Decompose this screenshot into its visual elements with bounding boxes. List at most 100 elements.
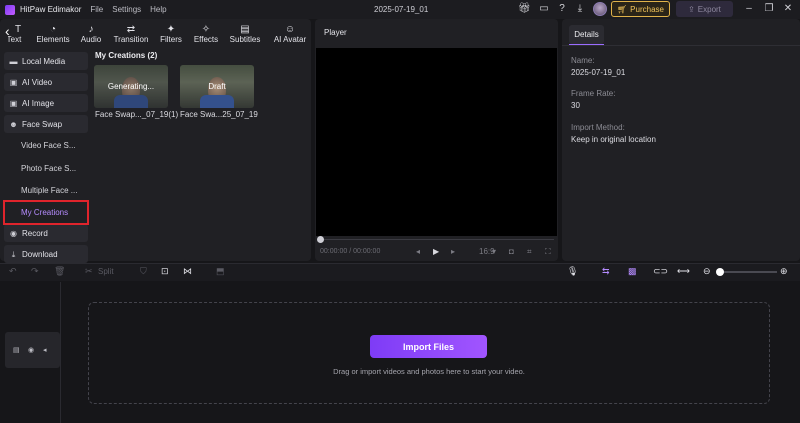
import-files-button[interactable]: Import Files bbox=[370, 335, 487, 358]
sidebar-item-ai-video[interactable]: ▣ AI Video bbox=[4, 73, 88, 91]
project-title: 2025-07-19_01 bbox=[374, 5, 429, 14]
creation-label: Face Swa...25_07_19 bbox=[180, 110, 258, 119]
crop-icon[interactable]: ⌗ bbox=[527, 247, 532, 256]
creation-status: Generating... bbox=[107, 82, 155, 91]
magic-wand-icon: ✧ bbox=[201, 24, 211, 35]
details-divider bbox=[562, 45, 800, 46]
fullscreen-icon[interactable]: ⛶ bbox=[545, 247, 551, 256]
sidebar-item-download[interactable]: ⤓ Download bbox=[4, 245, 88, 263]
ai-image-icon: ▣ bbox=[9, 98, 18, 108]
sidebar-item-face-swap[interactable]: ☻ Face Swap bbox=[4, 115, 88, 133]
seek-bar[interactable] bbox=[320, 239, 554, 240]
zoom-slider-handle[interactable] bbox=[716, 268, 724, 276]
sidebar-sub-video-face-swap[interactable]: Video Face S... bbox=[4, 136, 88, 154]
split-icon[interactable]: ✂ bbox=[85, 266, 93, 277]
shield-icon[interactable]: ⛉ bbox=[140, 266, 147, 277]
help-icon[interactable]: ? bbox=[556, 3, 568, 15]
magnet-link-icon[interactable]: ⇆ bbox=[602, 266, 610, 277]
menu-file[interactable]: File bbox=[90, 5, 103, 14]
sidebar-item-label: AI Image bbox=[22, 98, 55, 108]
delete-icon[interactable]: 🗑︎ bbox=[54, 266, 65, 277]
fit-timeline-icon[interactable]: ⟷ bbox=[677, 266, 690, 277]
tool-subtitles[interactable]: ▤ Subtitles bbox=[228, 19, 262, 46]
sidebar-sub-photo-face-swap[interactable]: Photo Face S... bbox=[4, 159, 88, 177]
snapshot-icon[interactable]: ◘ bbox=[509, 247, 514, 256]
avatar-icon: ☺ bbox=[284, 24, 296, 35]
highlight-box bbox=[3, 200, 89, 225]
tool-label: Audio bbox=[80, 35, 102, 44]
tool-transition[interactable]: ⇄ Transition bbox=[113, 19, 149, 46]
gift-icon[interactable]: 🎁︎ bbox=[518, 3, 531, 15]
tool-label: Filters bbox=[160, 35, 182, 44]
minimize-icon[interactable]: – bbox=[743, 3, 755, 15]
chevron-down-icon[interactable]: ▾ bbox=[492, 247, 496, 256]
tool-ai-avatar[interactable]: ☺ AI Avatar bbox=[271, 19, 309, 46]
chain-icon[interactable]: ⊂⊃ bbox=[653, 266, 668, 277]
next-frame-icon[interactable]: ▸ bbox=[451, 247, 455, 256]
play-icon[interactable]: ▶ bbox=[433, 247, 439, 256]
text-box-icon[interactable]: ⊡ bbox=[161, 266, 169, 277]
eye-icon[interactable]: ◉ bbox=[28, 346, 34, 354]
zoom-in-icon[interactable]: ⊕ bbox=[780, 266, 788, 277]
auto-fix-icon[interactable]: ⋈ bbox=[183, 266, 192, 277]
sidebar-item-local-media[interactable]: ▬ Local Media bbox=[4, 52, 88, 70]
export-button[interactable]: ⇪ Export bbox=[676, 1, 733, 17]
tool-elements[interactable]: ◔ Elements bbox=[36, 19, 70, 46]
previous-frame-icon[interactable]: ◂ bbox=[416, 247, 420, 256]
elements-icon: ◔ bbox=[49, 24, 57, 35]
detail-value: 2025-07-19_01 bbox=[571, 68, 626, 77]
sidebar-item-label: Face Swap bbox=[22, 119, 63, 129]
menu-settings[interactable]: Settings bbox=[112, 5, 141, 14]
tool-label: Elements bbox=[36, 35, 70, 44]
zoom-out-icon[interactable]: ⊖ bbox=[703, 266, 711, 277]
detail-label: Import Method: bbox=[571, 123, 625, 132]
tool-effects[interactable]: ✧ Effects bbox=[192, 19, 220, 46]
export-label: Export bbox=[697, 4, 721, 14]
tool-text[interactable]: T Text bbox=[8, 19, 28, 46]
tab-details[interactable]: Details bbox=[569, 25, 604, 44]
creation-thumbnail[interactable]: Generating... bbox=[94, 65, 168, 108]
export-frame-icon[interactable]: ⬒ bbox=[216, 266, 225, 277]
split-label[interactable]: Split bbox=[98, 266, 114, 277]
purchase-button[interactable]: 🛒︎ Purchase bbox=[611, 1, 670, 17]
text-icon: T bbox=[14, 24, 22, 35]
close-icon[interactable]: ✕ bbox=[782, 3, 794, 15]
tool-audio[interactable]: ♪ Audio bbox=[79, 19, 103, 46]
ai-video-icon: ▣ bbox=[9, 77, 18, 87]
sidebar-item-label: Download bbox=[22, 249, 58, 259]
sparkle-icon: ✦ bbox=[166, 24, 176, 35]
timecode: 00:00:00 / 00:00:00 bbox=[320, 248, 381, 255]
track-lock-icon[interactable]: ▤ bbox=[13, 346, 20, 354]
sidebar-sub-multiple-face-swap[interactable]: Multiple Face ... bbox=[4, 181, 88, 199]
detail-value: 30 bbox=[571, 101, 580, 110]
tool-label: Text bbox=[8, 35, 22, 44]
video-preview[interactable] bbox=[316, 48, 557, 236]
sidebar: ▬ Local Media ▣ AI Video ▣ AI Image ☻ Fa… bbox=[4, 49, 88, 263]
drop-hint: Drag or import videos and photos here to… bbox=[333, 367, 525, 376]
undo-icon[interactable]: ↶ bbox=[9, 266, 17, 277]
zoom-slider[interactable] bbox=[721, 271, 777, 273]
creation-thumbnail[interactable]: Draft bbox=[180, 65, 254, 108]
user-avatar[interactable] bbox=[593, 2, 607, 16]
tool-label: Effects bbox=[193, 35, 219, 44]
screen-icon[interactable]: ▭ bbox=[538, 3, 550, 15]
detail-label: Frame Rate: bbox=[571, 89, 616, 98]
tab-active-indicator bbox=[569, 44, 604, 45]
speaker-icon[interactable]: ◂ bbox=[43, 346, 47, 354]
tool-strip: ‹ T Text ◔ Elements ♪ Audio ⇄ Transition… bbox=[0, 19, 311, 46]
creation-label: Face Swap..._07_19(1) bbox=[95, 110, 179, 119]
menu-help[interactable]: Help bbox=[150, 5, 166, 14]
app-name: HitPaw Edimakor bbox=[20, 5, 82, 14]
seek-handle[interactable] bbox=[317, 236, 324, 243]
tool-filters[interactable]: ✦ Filters bbox=[158, 19, 184, 46]
track-link-icon[interactable]: ▩ bbox=[628, 266, 637, 277]
maximize-icon[interactable]: ❐ bbox=[763, 3, 775, 15]
sidebar-item-label: Record bbox=[22, 228, 48, 238]
redo-icon[interactable]: ↷ bbox=[31, 266, 39, 277]
sidebar-item-ai-image[interactable]: ▣ AI Image bbox=[4, 94, 88, 112]
creations-title: My Creations (2) bbox=[95, 51, 158, 60]
microphone-icon[interactable]: 🎙︎ bbox=[567, 266, 578, 277]
sidebar-item-record[interactable]: ◉ Record bbox=[4, 224, 88, 242]
download-icon[interactable]: ⤓ bbox=[574, 3, 586, 15]
tool-label: AI Avatar bbox=[273, 35, 307, 44]
